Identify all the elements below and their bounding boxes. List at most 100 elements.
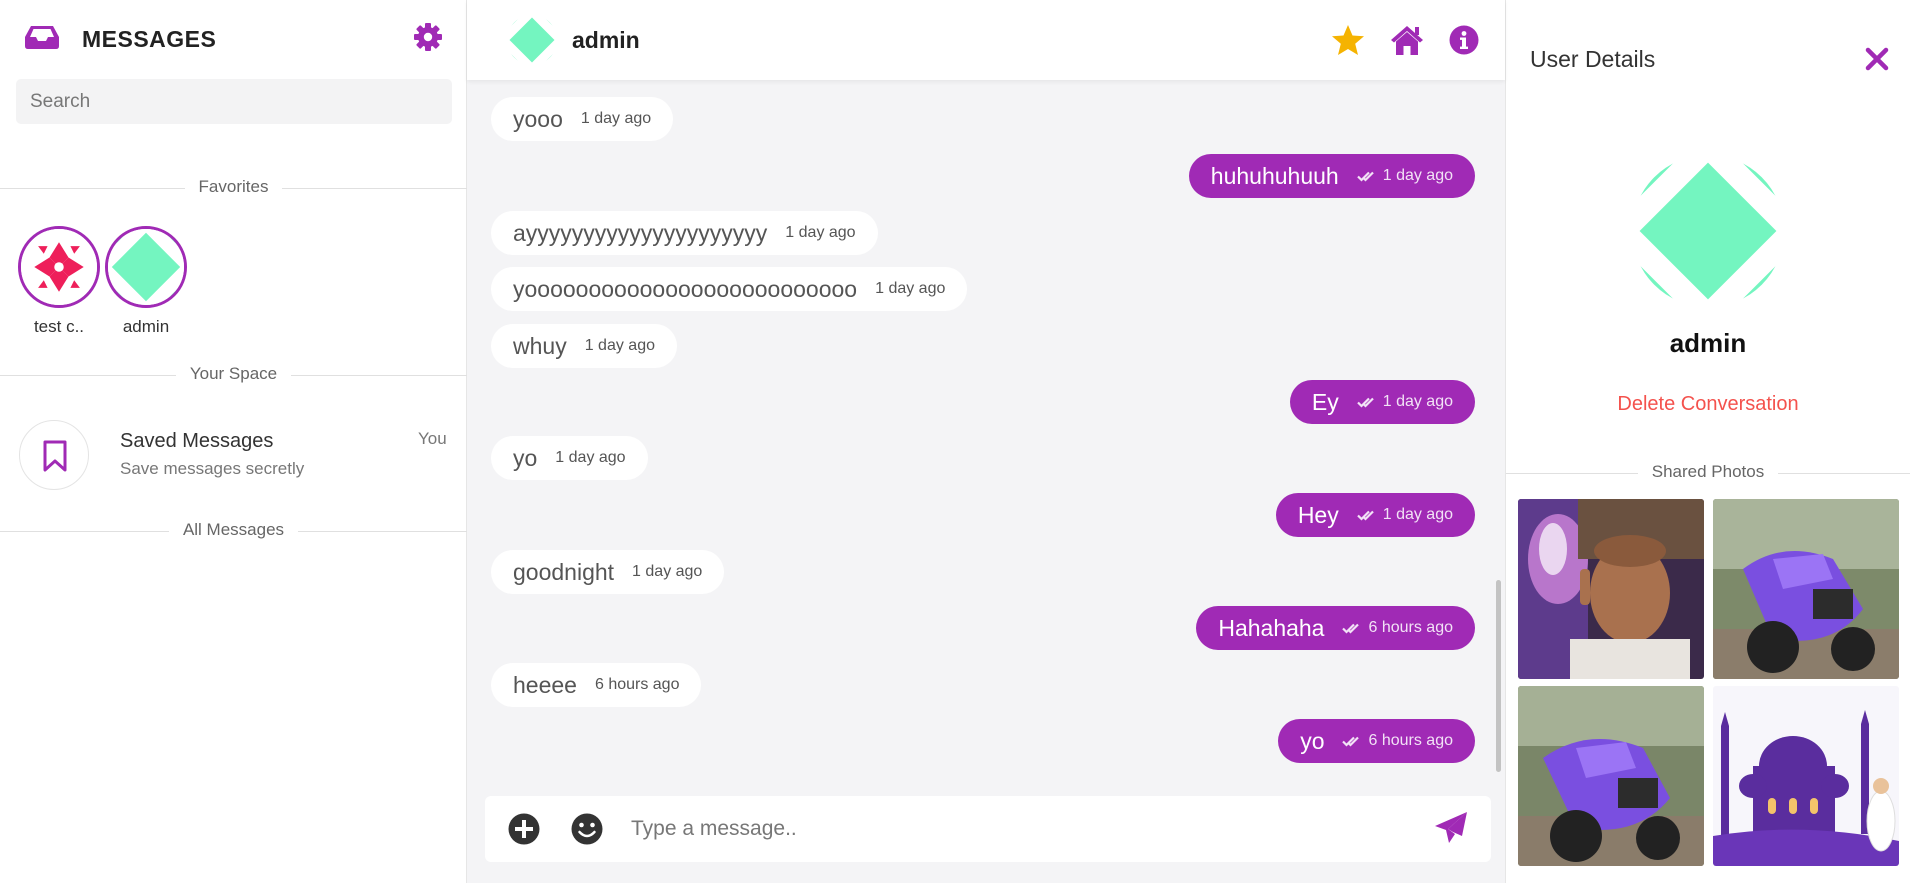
mint-diamond-avatar-icon bbox=[108, 229, 184, 305]
favorite-contact-admin[interactable]: admin bbox=[105, 226, 187, 337]
message-time: 6 hours ago bbox=[1368, 732, 1453, 749]
saved-messages-avatar bbox=[19, 420, 89, 490]
red-pattern-avatar-icon bbox=[21, 229, 97, 305]
chat-panel: admin yooo 1 day ago huhuhuhuuh 1 day ag… bbox=[467, 0, 1505, 883]
message-text: yo bbox=[1300, 727, 1325, 754]
message-incoming[interactable]: goodnight 1 day ago bbox=[491, 550, 725, 594]
all-messages-divider: All Messages bbox=[0, 520, 467, 544]
user-details-panel: User Details admin Delete Conversation S… bbox=[1505, 0, 1920, 883]
mosque-illustration-photo-icon bbox=[1713, 686, 1899, 866]
details-avatar bbox=[1632, 155, 1784, 307]
message-incoming[interactable]: whuy 1 day ago bbox=[491, 324, 677, 368]
mint-diamond-avatar-icon bbox=[507, 15, 557, 65]
all-messages-label: All Messages bbox=[168, 520, 299, 539]
sidebar-title: MESSAGES bbox=[82, 26, 217, 52]
message-text: whuy bbox=[513, 332, 567, 359]
send-icon[interactable] bbox=[1433, 810, 1469, 846]
divider-line bbox=[1778, 473, 1910, 474]
message-input[interactable] bbox=[631, 810, 1311, 848]
message-time: 1 day ago bbox=[785, 224, 856, 241]
message-outgoing[interactable]: Ey 1 day ago bbox=[1289, 380, 1475, 424]
your-space-divider: Your Space bbox=[0, 364, 467, 388]
message-incoming[interactable]: yoooooooooooooooooooooooooo 1 day ago bbox=[491, 267, 968, 311]
double-check-icon bbox=[1356, 397, 1374, 408]
message-time: 1 day ago bbox=[1382, 393, 1453, 410]
saved-messages-title: Saved Messages bbox=[120, 430, 274, 452]
close-icon[interactable] bbox=[1864, 46, 1890, 72]
message-incoming[interactable]: yooo 1 day ago bbox=[491, 97, 674, 141]
message-text: ayyyyyyyyyyyyyyyyyyyyy bbox=[513, 219, 768, 246]
message-time: 6 hours ago bbox=[594, 676, 680, 693]
message-scrollbar[interactable] bbox=[1496, 580, 1501, 772]
chat-header: admin bbox=[467, 0, 1505, 80]
home-icon[interactable] bbox=[1390, 24, 1424, 56]
message-outgoing[interactable]: Hahahaha 6 hours ago bbox=[1196, 606, 1475, 650]
saved-messages-tag: You bbox=[418, 429, 447, 448]
message-time: 1 day ago bbox=[632, 563, 703, 580]
message-text: yo bbox=[513, 444, 538, 471]
favorites-divider: Favorites bbox=[0, 177, 467, 201]
message-list[interactable]: yooo 1 day ago huhuhuhuuh 1 day ago ayyy… bbox=[467, 80, 1505, 780]
message-incoming[interactable]: ayyyyyyyyyyyyyyyyyyyyy 1 day ago bbox=[491, 211, 878, 255]
favorites-label: Favorites bbox=[184, 177, 283, 196]
contact-avatar[interactable] bbox=[507, 15, 557, 65]
gear-icon[interactable] bbox=[413, 22, 443, 52]
message-text: Hahahaha bbox=[1218, 614, 1325, 641]
saved-messages-subtitle: Save messages secretly bbox=[120, 459, 305, 478]
message-incoming[interactable]: heeee 6 hours ago bbox=[491, 663, 702, 707]
message-text: goodnight bbox=[513, 558, 615, 585]
shared-photo-selfie[interactable] bbox=[1518, 499, 1704, 679]
double-check-icon bbox=[1342, 736, 1360, 747]
contact-name: admin bbox=[572, 27, 640, 53]
message-time: 1 day ago bbox=[584, 337, 655, 354]
bookmark-icon bbox=[43, 440, 67, 472]
saved-messages-item[interactable]: Saved Messages Save messages secretly Yo… bbox=[0, 412, 467, 492]
emoji-icon[interactable] bbox=[570, 812, 604, 846]
shared-photos-label: Shared Photos bbox=[1637, 462, 1779, 481]
favorite-name: admin bbox=[122, 317, 170, 336]
message-time: 1 day ago bbox=[1382, 167, 1453, 184]
message-composer bbox=[485, 796, 1491, 862]
double-check-icon bbox=[1342, 623, 1360, 634]
favorite-name: test c.. bbox=[33, 317, 85, 336]
message-time: 1 day ago bbox=[580, 110, 652, 127]
message-text: Hey bbox=[1297, 501, 1339, 528]
message-text: Ey bbox=[1311, 388, 1339, 415]
message-outgoing[interactable]: yo 6 hours ago bbox=[1278, 719, 1475, 763]
details-title: User Details bbox=[1530, 46, 1656, 72]
message-text: yoooooooooooooooooooooooooo bbox=[513, 275, 858, 302]
delete-conversation-link[interactable]: Delete Conversation bbox=[1506, 393, 1910, 416]
inbox-icon bbox=[25, 26, 59, 49]
shared-photos-divider: Shared Photos bbox=[1506, 462, 1910, 486]
purple-scooter-photo-icon bbox=[1518, 686, 1704, 866]
shared-photo-mosque[interactable] bbox=[1713, 686, 1899, 866]
message-outgoing[interactable]: huhuhuhuuh 1 day ago bbox=[1188, 154, 1475, 198]
plus-circle-icon[interactable] bbox=[507, 812, 541, 846]
avatar bbox=[18, 226, 100, 308]
divider-line bbox=[298, 531, 467, 532]
message-outgoing[interactable]: Hey 1 day ago bbox=[1275, 493, 1475, 537]
avatar bbox=[105, 226, 187, 308]
star-icon[interactable] bbox=[1331, 24, 1365, 56]
mint-diamond-avatar-icon bbox=[1632, 155, 1784, 307]
message-time: 1 day ago bbox=[1382, 506, 1453, 523]
search-input[interactable] bbox=[16, 79, 452, 124]
message-text: heeee bbox=[513, 671, 577, 698]
message-text: yooo bbox=[513, 105, 563, 132]
info-icon[interactable] bbox=[1447, 24, 1481, 56]
divider-line bbox=[291, 375, 467, 376]
message-incoming[interactable]: yo 1 day ago bbox=[491, 436, 648, 480]
message-text: huhuhuhuuh bbox=[1210, 162, 1339, 189]
shared-photo-scooter[interactable] bbox=[1518, 686, 1704, 866]
double-check-icon bbox=[1356, 510, 1374, 521]
message-time: 1 day ago bbox=[555, 449, 626, 466]
message-time: 6 hours ago bbox=[1368, 619, 1453, 636]
favorite-contact-test[interactable]: test c.. bbox=[18, 226, 100, 337]
shared-photo-scooter[interactable] bbox=[1713, 499, 1899, 679]
details-name: admin bbox=[1669, 328, 1747, 358]
double-check-icon bbox=[1356, 171, 1374, 182]
divider-line bbox=[282, 188, 467, 189]
sidebar-header: MESSAGES bbox=[0, 0, 467, 80]
selfie-photo-icon bbox=[1518, 499, 1704, 679]
sidebar: MESSAGES Favorites bbox=[0, 0, 467, 883]
